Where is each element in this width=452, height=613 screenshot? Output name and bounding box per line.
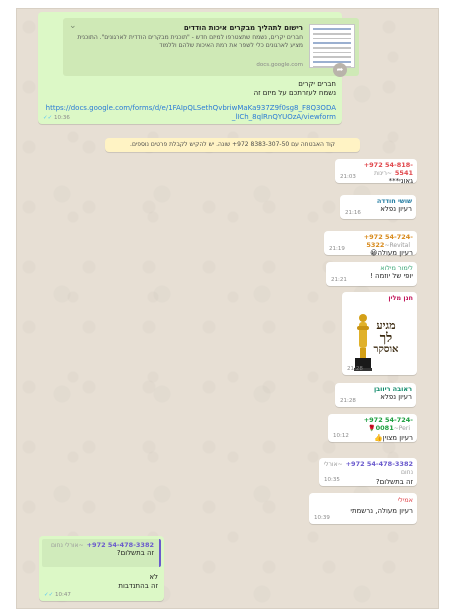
message-text: לא	[149, 573, 158, 581]
quoted-text: זה בתשלום?	[116, 549, 154, 557]
message-time: 21:03	[340, 174, 356, 180]
quoted-sender: +972 54-478-3382~אורלי נחום	[50, 541, 154, 549]
double-check-icon: ✓✓	[43, 115, 53, 121]
chevron-down-icon[interactable]: ⌄	[69, 21, 77, 31]
incoming-sticker-message[interactable]: חנן מלין מגיע לך אוסקר 21:28	[342, 292, 417, 375]
incoming-message[interactable]: שושי חודדה רעיון נפלא 21:16	[340, 195, 416, 219]
message-sender[interactable]: אמילי	[313, 496, 413, 504]
security-code-notice[interactable]: קוד האבטחה עם 8383-307-50 972+ שונה. יש …	[105, 138, 360, 152]
message-text: זה בהתנדבות	[118, 582, 158, 591]
incoming-message[interactable]: +972 54-818-5541~רינות גאוני*** 21:03	[335, 159, 417, 185]
link-preview-domain: docs.google.com	[256, 62, 303, 68]
incoming-message[interactable]: +972 54-478-3382~אורלי נחום זה בתשלום? 1…	[319, 458, 417, 486]
quoted-message[interactable]: +972 54-478-3382~אורלי נחום זה בתשלום?	[42, 539, 161, 567]
outgoing-reply-message[interactable]: +972 54-478-3382~אורלי נחום זה בתשלום? ל…	[39, 536, 164, 601]
incoming-message[interactable]: לימור מילוא יופי של יוזמה ! 21:21	[326, 262, 417, 286]
incoming-message[interactable]: +972 54-724-0081~Peri🌹 רעיון מצוין👍 10:1…	[328, 414, 417, 442]
message-sender[interactable]: +972 54-724-0081~Peri🌹	[332, 416, 413, 432]
double-check-icon: ✓✓	[44, 592, 54, 598]
message-sender[interactable]: חנן מלין	[346, 294, 413, 302]
link-preview-title: רישום לתהליך מבקרים איכות הודדים	[183, 24, 303, 32]
link-preview[interactable]: ⌄ רישום לתהליך מבקרים איכות הודדים חברים…	[63, 18, 359, 76]
message-time: 10:35	[324, 477, 340, 483]
message-text: חברים יקרים	[298, 80, 336, 88]
incoming-message[interactable]: אמילי רעיון מעולה, נרשמתי 10:39	[309, 493, 417, 524]
chat-area[interactable]: ⌄ רישום לתהליך מבקרים איכות הודדים חברים…	[16, 8, 439, 609]
message-time: ✓✓ 10:36	[43, 115, 70, 121]
message-text: נשמח לעזרתכם על מיזם זה	[253, 89, 336, 98]
message-sender[interactable]: לימור מילוא	[330, 264, 413, 272]
message-sender[interactable]: +972 54-478-3382~אורלי נחום	[323, 460, 413, 476]
message-sender[interactable]: שושי חודדה	[344, 197, 412, 205]
sticker-caption: מגיע לך אוסקר	[373, 319, 399, 356]
message-time: 21:21	[331, 277, 347, 283]
message-sender[interactable]: ראובה ריוובן	[339, 385, 412, 393]
incoming-message[interactable]: +972 54-724-5322~Revital רעיון מעולה😀 21…	[324, 231, 417, 257]
message-time: 21:28	[340, 398, 356, 404]
outgoing-message-link[interactable]: ⌄ רישום לתהליך מבקרים איכות הודדים חברים…	[38, 12, 359, 124]
share-icon[interactable]: ➦	[333, 63, 347, 77]
link-preview-thumbnail	[309, 24, 355, 68]
message-time: 21:19	[329, 246, 345, 252]
message-time: 10:39	[314, 515, 330, 521]
message-time: ✓✓ 10:47	[44, 592, 71, 598]
link-preview-description: חברים יקרים, נשמח שתצטרפו למיזם חדש - "ת…	[77, 34, 303, 50]
message-time: 21:28	[347, 366, 363, 372]
message-time: 21:16	[345, 210, 361, 216]
message-time: 10:12	[333, 433, 349, 439]
incoming-message[interactable]: ראובה ריוובן רעיון נפלא 21:28	[335, 383, 416, 407]
message-link[interactable]: https://docs.google.com/forms/d/e/1FAIpQ…	[44, 104, 336, 123]
